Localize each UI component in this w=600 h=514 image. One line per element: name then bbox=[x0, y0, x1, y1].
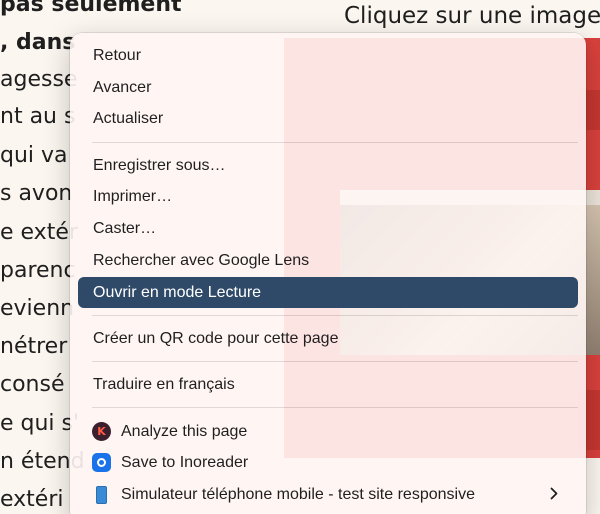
menu-item-label: Analyze this page bbox=[121, 422, 248, 440]
page-text-line: evienn bbox=[0, 296, 75, 321]
k-logo-icon: K bbox=[92, 422, 111, 441]
page-text-line: parenc bbox=[0, 258, 76, 283]
menu-item-analyze-page[interactable]: K Analyze this page bbox=[78, 416, 578, 447]
chevron-right-icon bbox=[550, 487, 558, 503]
menu-item-cast[interactable]: Caster… bbox=[78, 213, 578, 244]
menu-item-phone-simulator[interactable]: Simulateur téléphone mobile - test site … bbox=[78, 479, 578, 510]
menu-item-translate[interactable]: Traduire en français bbox=[78, 369, 578, 400]
page-text-line: consé bbox=[0, 372, 65, 397]
context-menu: Retour Avancer Actualiser Enregistrer so… bbox=[70, 33, 586, 514]
phone-icon bbox=[92, 485, 111, 504]
menu-item-reader-mode[interactable]: Ouvrir en mode Lecture bbox=[78, 277, 578, 308]
page-text-line: extéri bbox=[0, 487, 64, 512]
inoreader-icon bbox=[92, 453, 111, 472]
page-text-line: qui va bbox=[0, 143, 68, 168]
menu-separator bbox=[92, 142, 578, 143]
page-text-line: e extér bbox=[0, 220, 78, 245]
menu-item-print[interactable]: Imprimer… bbox=[78, 181, 578, 212]
menu-separator bbox=[92, 361, 578, 362]
menu-item-save-as[interactable]: Enregistrer sous… bbox=[78, 150, 578, 181]
page-text-line: nt au s bbox=[0, 104, 76, 129]
menu-item-qr-code[interactable]: Créer un QR code pour cette page bbox=[78, 323, 578, 354]
page-text-line: agesse bbox=[0, 67, 78, 92]
menu-item-label: Save to Inoreader bbox=[121, 453, 249, 471]
page-text-line: s avon bbox=[0, 181, 73, 206]
menu-item-label: Simulateur téléphone mobile - test site … bbox=[121, 485, 475, 503]
menu-item-forward[interactable]: Avancer bbox=[78, 72, 578, 103]
menu-item-back[interactable]: Retour bbox=[78, 40, 578, 71]
page-text-line: nétrer bbox=[0, 334, 68, 359]
page-text-line: pas seulement bbox=[0, 0, 182, 17]
menu-item-google-lens[interactable]: Rechercher avec Google Lens bbox=[78, 245, 578, 276]
page-text-line: , dans bbox=[0, 30, 76, 55]
menu-item-save-inoreader[interactable]: Save to Inoreader bbox=[78, 447, 578, 478]
menu-separator bbox=[92, 407, 578, 408]
menu-item-reload[interactable]: Actualiser bbox=[78, 103, 578, 134]
menu-separator bbox=[92, 315, 578, 316]
page-heading: Cliquez sur une image bbox=[344, 3, 600, 29]
page-text-line: e qui s' bbox=[0, 411, 80, 436]
